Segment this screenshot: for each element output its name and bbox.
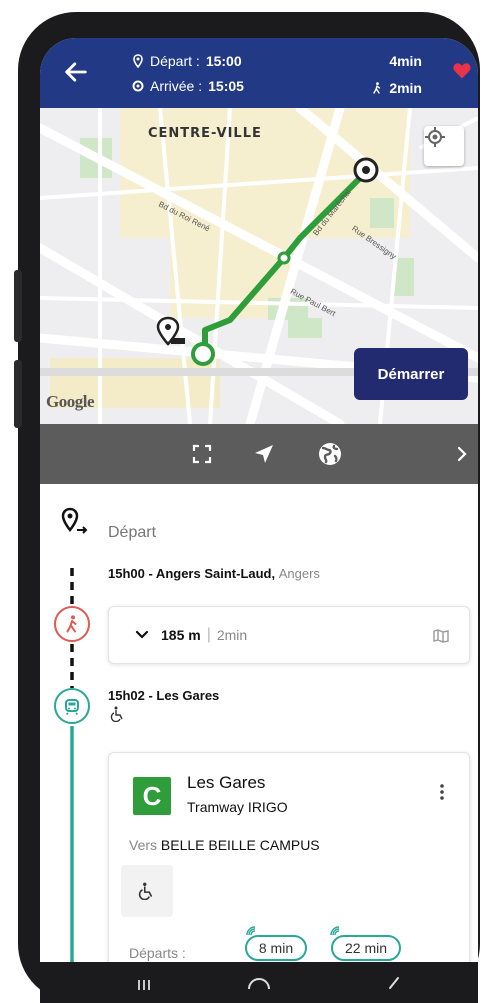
- walk-segment-card[interactable]: 185 m | 2min: [108, 606, 470, 664]
- map-toolbar: [40, 424, 478, 484]
- step-departure-station: 15h00 - Angers Saint-Laud, Angers: [108, 566, 320, 581]
- walking-person-icon: [373, 82, 381, 94]
- tram-line-card[interactable]: C Les Gares Tramway IRIGO Vers BELLE BEI…: [108, 752, 470, 962]
- map-view-icon[interactable]: [433, 629, 449, 643]
- direction-row: Vers BELLE BEILLE CAMPUS: [129, 837, 320, 853]
- start-pin-icon: [61, 507, 88, 534]
- departures-label: Départs :: [129, 945, 186, 961]
- arrival-label: Arrivée :: [150, 78, 203, 94]
- direction-label: Vers: [129, 837, 158, 853]
- wheelchair-icon: [138, 882, 153, 900]
- chevron-right-icon[interactable]: [448, 440, 476, 468]
- step2-time-place: 15h02 - Les Gares: [108, 688, 220, 703]
- globe-icon[interactable]: [316, 440, 344, 468]
- walk-duration-row: 2min: [373, 80, 422, 96]
- realtime-signal-icon: [246, 926, 256, 936]
- navigation-arrow-icon[interactable]: [250, 440, 278, 468]
- system-navigation-bar: [40, 962, 478, 1003]
- fullscreen-icon[interactable]: [188, 440, 216, 468]
- back-icon[interactable]: [386, 976, 402, 990]
- home-icon[interactable]: [246, 976, 272, 990]
- walk-distance: 185 m: [161, 627, 201, 643]
- walk-duration: 2min: [389, 80, 422, 96]
- recent-apps-icon[interactable]: [136, 978, 152, 992]
- departure-badge-1[interactable]: 8 min: [245, 935, 307, 961]
- pin-icon: [133, 54, 143, 68]
- walk-time: 2min: [216, 627, 248, 643]
- stop-name: Les Gares: [187, 773, 266, 792]
- direction-value: BELLE BEILLE CAMPUS: [160, 837, 320, 853]
- trip-duration: 4min: [389, 53, 422, 69]
- departure-label: Départ :: [150, 53, 200, 69]
- crosshair-icon: [425, 127, 445, 147]
- app-screen: Départ : 15:00 Arrivée : 15:05 4min 2min: [40, 38, 478, 962]
- google-logo: Google: [46, 392, 95, 411]
- accessibility-box: [121, 865, 173, 917]
- arrival-time: 15:05: [208, 78, 244, 94]
- route-map[interactable]: CENTRE-VILLE Bd du Roi René Rue Bressign…: [40, 108, 478, 424]
- trip-header: Départ : 15:00 Arrivée : 15:05 4min 2min: [40, 38, 478, 108]
- wheelchair-icon: [110, 706, 123, 722]
- route-waypoint: [277, 251, 291, 265]
- step1-time-place: 15h00 - Angers Saint-Laud,: [108, 566, 276, 581]
- back-arrow-icon[interactable]: [62, 58, 90, 86]
- side-button-volume-down: [14, 360, 22, 428]
- side-button-volume-up: [14, 270, 22, 342]
- separator: |: [206, 626, 211, 643]
- start-navigation-button[interactable]: Démarrer: [354, 348, 468, 400]
- more-options-icon[interactable]: [439, 783, 445, 801]
- departure-time-2: 22 min: [344, 940, 388, 956]
- route-start-marker: [191, 342, 215, 366]
- step1-city: Angers: [278, 566, 320, 581]
- arrival-time-row: Arrivée : 15:05: [132, 78, 244, 94]
- map-area-label: CENTRE-VILLE: [148, 126, 262, 141]
- walk-step-icon: [54, 606, 90, 642]
- departure-badge-2[interactable]: 22 min: [331, 935, 401, 961]
- tram-step-icon: [54, 688, 90, 724]
- target-circle-icon: [132, 80, 144, 92]
- recenter-location-button[interactable]: [424, 126, 464, 166]
- departure-time-1: 8 min: [258, 940, 294, 956]
- realtime-signal-icon: [330, 926, 340, 936]
- favorite-heart-icon[interactable]: [452, 60, 472, 80]
- start-label: Départ: [108, 524, 157, 541]
- chevron-down-icon[interactable]: [135, 630, 149, 640]
- line-name: Tramway IRIGO: [187, 799, 288, 815]
- departure-time-row: Départ : 15:00: [132, 53, 242, 69]
- line-badge: C: [133, 777, 171, 815]
- itinerary-panel: Départ 15h00 - Angers Saint-Laud, Angers…: [40, 484, 478, 962]
- departure-time: 15:00: [205, 53, 242, 69]
